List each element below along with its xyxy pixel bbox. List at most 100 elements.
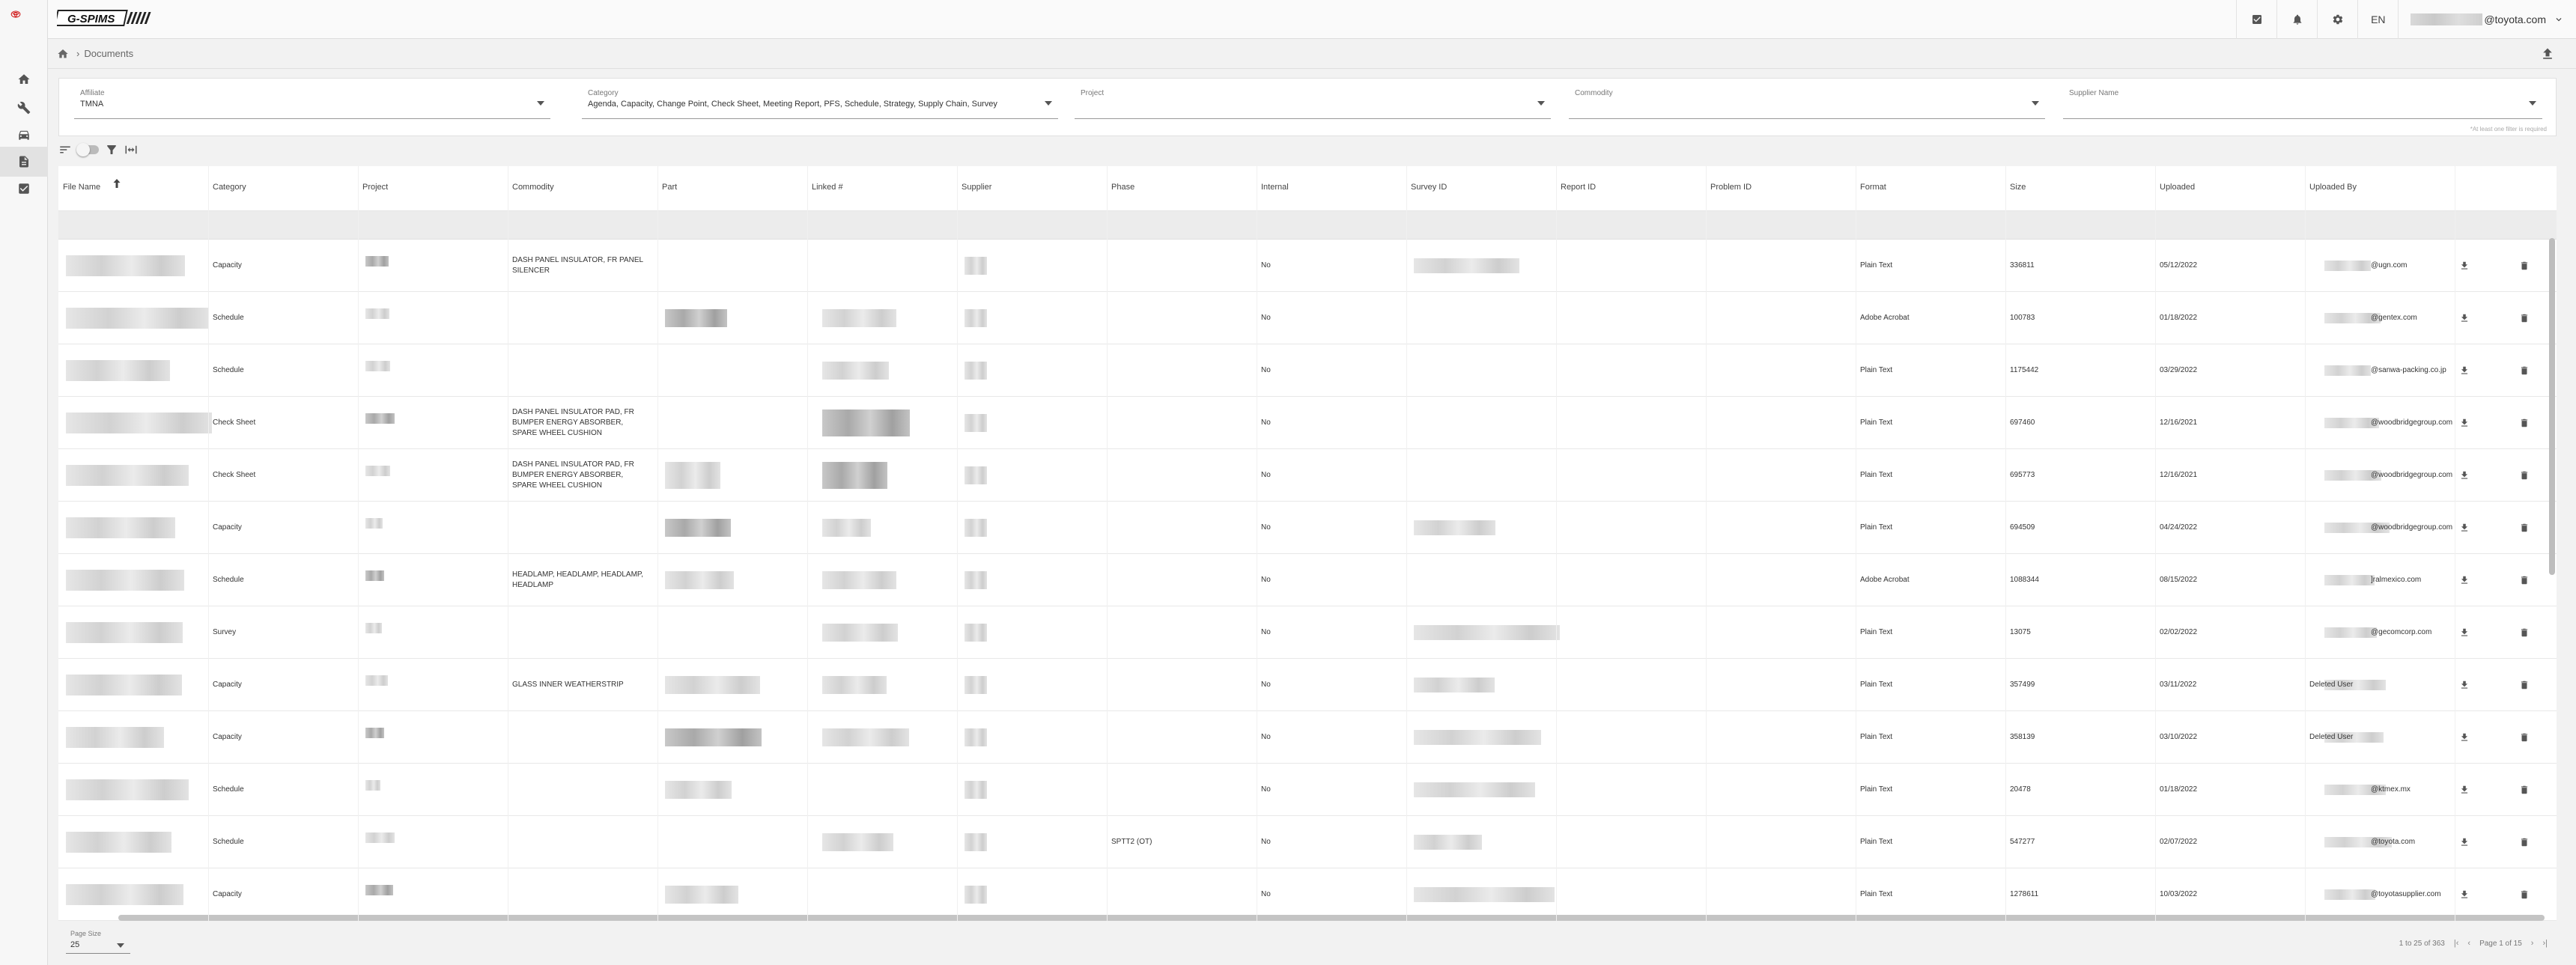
download-icon[interactable]: [2459, 889, 2470, 900]
trash-icon[interactable]: [2519, 837, 2530, 847]
trash-icon[interactable]: [2519, 889, 2530, 900]
brand-logo[interactable]: G-SPIMS: [54, 9, 159, 27]
col-header-internal[interactable]: Internal: [1261, 183, 1289, 192]
col-header-format[interactable]: Format: [1860, 183, 1886, 192]
sort-ascending-icon[interactable]: [112, 178, 121, 189]
table-row[interactable]: Survey No Plain Text 13075 02/02/2022 @gecomc…: [58, 606, 2557, 659]
affiliate-select[interactable]: Affiliate TMNA: [74, 89, 550, 119]
table-row[interactable]: Schedule SPTT2 (OT) No Plain Text 547277 02/0…: [58, 816, 2557, 868]
column-separator[interactable]: [1706, 166, 1707, 921]
table-row[interactable]: Schedule No Adobe Acrobat 1088344 08/15/2022…: [58, 554, 2557, 606]
trash-icon[interactable]: [2519, 365, 2530, 376]
column-separator[interactable]: [208, 166, 209, 921]
col-header-phase[interactable]: Phase: [1111, 183, 1134, 192]
table-row[interactable]: Check Sheet No Plain Text 695773 12/16/2021 D…: [58, 449, 2557, 502]
download-icon[interactable]: [2459, 732, 2470, 743]
next-page-button[interactable]: ›: [2531, 939, 2534, 948]
column-separator[interactable]: [2305, 166, 2306, 921]
column-separator[interactable]: [1556, 166, 1557, 921]
upload-button[interactable]: [2540, 46, 2555, 61]
col-header-linked[interactable]: Linked #: [812, 183, 843, 192]
col-header-report-id[interactable]: Report ID: [1561, 183, 1596, 192]
trash-icon[interactable]: [2519, 470, 2530, 481]
download-icon[interactable]: [2459, 680, 2470, 690]
table-row[interactable]: Schedule No Adobe Acrobat 100783 01/18/2022 @…: [58, 292, 2557, 344]
download-icon[interactable]: [2459, 575, 2470, 585]
col-header-survey-id[interactable]: Survey ID: [1411, 183, 1447, 192]
page-size-select[interactable]: Page Size 25: [66, 930, 130, 954]
home-icon[interactable]: [57, 48, 69, 60]
view-toggle[interactable]: [76, 143, 99, 156]
trash-icon[interactable]: [2519, 313, 2530, 323]
prev-page-button[interactable]: ‹: [2467, 939, 2470, 948]
trash-icon[interactable]: [2519, 680, 2530, 690]
first-page-button[interactable]: |‹: [2454, 939, 2459, 948]
col-header-uploaded-by[interactable]: Uploaded By: [2309, 183, 2357, 192]
fit-columns-icon[interactable]: [124, 143, 138, 156]
download-icon[interactable]: [2459, 418, 2470, 428]
column-separator[interactable]: [957, 166, 958, 921]
table-row[interactable]: Schedule No Plain Text 1175442 03/29/2022 @sa…: [58, 344, 2557, 397]
trash-icon[interactable]: [2519, 523, 2530, 533]
col-header-size[interactable]: Size: [2010, 183, 2026, 192]
col-header-part[interactable]: Part: [662, 183, 677, 192]
notifications-button[interactable]: [2276, 0, 2317, 39]
supplier-select[interactable]: Supplier Name: [2063, 89, 2542, 119]
horizontal-scrollbar[interactable]: [118, 915, 2545, 921]
download-icon[interactable]: [2459, 261, 2470, 271]
download-icon[interactable]: [2459, 523, 2470, 533]
table-row[interactable]: Schedule No Plain Text 20478 01/18/2022 @ktme…: [58, 764, 2557, 816]
nav-documents[interactable]: [0, 147, 48, 177]
download-icon[interactable]: [2459, 365, 2470, 376]
vertical-scrollbar[interactable]: [2549, 238, 2555, 575]
table-row[interactable]: Capacity No Plain Text 357499 03/11/2022 GLAS…: [58, 659, 2557, 711]
download-icon[interactable]: [2459, 470, 2470, 481]
nav-tasks[interactable]: [0, 174, 48, 204]
column-separator[interactable]: [358, 166, 359, 921]
trash-icon[interactable]: [2519, 785, 2530, 795]
col-header-problem-id[interactable]: Problem ID: [1710, 183, 1752, 192]
table-row[interactable]: Capacity No Plain Text 358139 03/10/2022 Dele…: [58, 711, 2557, 764]
language-selector[interactable]: EN: [2357, 0, 2398, 39]
settings-button[interactable]: [2317, 0, 2357, 39]
col-header-commodity[interactable]: Commodity: [512, 183, 554, 192]
col-header-category[interactable]: Category: [213, 183, 246, 192]
project-select[interactable]: Project: [1075, 89, 1551, 119]
column-filter-row[interactable]: [58, 211, 2557, 240]
col-header-project[interactable]: Project: [362, 183, 388, 192]
col-header-file-name[interactable]: File Name: [63, 183, 100, 192]
table-row[interactable]: Capacity No Plain Text 336811 05/12/2022 DASH…: [58, 240, 2557, 292]
column-separator[interactable]: [807, 166, 808, 921]
download-icon[interactable]: [2459, 785, 2470, 795]
column-separator[interactable]: [2005, 166, 2006, 921]
last-page-button[interactable]: ›|: [2542, 939, 2548, 948]
column-separator[interactable]: [657, 166, 658, 921]
column-separator[interactable]: [2155, 166, 2156, 921]
nav-vehicles[interactable]: [0, 120, 48, 150]
trash-icon[interactable]: [2519, 418, 2530, 428]
column-separator[interactable]: [1406, 166, 1407, 921]
download-icon[interactable]: [2459, 837, 2470, 847]
trash-icon[interactable]: [2519, 261, 2530, 271]
col-header-supplier[interactable]: Supplier: [962, 183, 991, 192]
table-row[interactable]: Check Sheet No Plain Text 697460 12/16/2021 D…: [58, 397, 2557, 449]
table-row[interactable]: Capacity No Plain Text 1278611 10/03/2022 @to…: [58, 868, 2557, 921]
trash-icon[interactable]: [2519, 575, 2530, 585]
col-header-uploaded[interactable]: Uploaded: [2160, 183, 2195, 192]
download-icon[interactable]: [2459, 627, 2470, 638]
sort-order-icon[interactable]: [58, 143, 72, 156]
trash-icon[interactable]: [2519, 627, 2530, 638]
cell-size: 1278611: [2010, 889, 2039, 898]
nav-tools[interactable]: [0, 93, 48, 123]
filter-icon[interactable]: [105, 143, 118, 156]
trash-icon[interactable]: [2519, 732, 2530, 743]
table-row[interactable]: Capacity No Plain Text 694509 04/24/2022 @woo…: [58, 502, 2557, 554]
toyota-logo-icon[interactable]: [9, 7, 39, 31]
commodity-select[interactable]: Commodity: [1569, 89, 2045, 119]
nav-home[interactable]: [0, 64, 48, 94]
user-menu[interactable]: @toyota.com: [2398, 0, 2576, 39]
download-icon[interactable]: [2459, 313, 2470, 323]
tasks-button[interactable]: [2236, 0, 2276, 39]
category-select[interactable]: Category Agenda, Capacity, Change Point,…: [582, 89, 1058, 119]
column-separator[interactable]: [1107, 166, 1108, 921]
